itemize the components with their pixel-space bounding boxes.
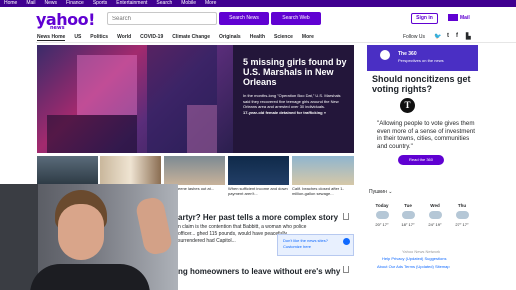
thumbnail-caption-5[interactable]: Calif. beaches closed after 1-million-ga…	[292, 186, 354, 196]
thumbnail-4[interactable]	[228, 156, 289, 185]
sign-in-button[interactable]: Sign in	[411, 13, 438, 24]
the360-question[interactable]: Should noncitizens get voting rights?	[372, 74, 477, 94]
footer-links-2[interactable]: About Our Ads Terms (Updated) Sitemap	[377, 264, 450, 269]
mail-icon	[448, 14, 458, 21]
mail-label: Mail	[460, 14, 470, 21]
the360-logo-icon	[380, 50, 390, 60]
section-health[interactable]: Health	[250, 34, 265, 41]
section-more[interactable]: More	[302, 34, 314, 41]
hero-image	[37, 45, 233, 153]
hero-desc-text: In the months-long "Operation Boo Dat," …	[243, 93, 341, 109]
close-icon[interactable]	[343, 238, 350, 245]
weather-day-label: Wed	[430, 203, 440, 208]
topnav-mail[interactable]: Mail	[26, 0, 35, 7]
section-covid[interactable]: COVID-19	[140, 34, 163, 41]
read-the-360-button[interactable]: Read the 360	[398, 155, 444, 165]
cloud-rain-icon	[375, 211, 389, 219]
twitter-icon[interactable]: 🐦	[434, 33, 441, 40]
yahoo-news-logo[interactable]: yahoo! news	[36, 10, 95, 31]
customize-tooltip[interactable]: Don't like the news sites? Customize her…	[277, 234, 354, 256]
section-climate[interactable]: Climate Change	[172, 34, 210, 41]
section-news-home[interactable]: News Home	[37, 34, 66, 41]
nyt-logo-icon: T	[400, 98, 415, 113]
topnav-more[interactable]: More	[205, 0, 216, 7]
facebook-icon[interactable]: f	[456, 33, 458, 39]
mail-link[interactable]: Mail	[448, 14, 470, 21]
tumblr-icon[interactable]: t	[447, 33, 449, 39]
section-world[interactable]: World	[117, 34, 131, 41]
section-science[interactable]: Science	[274, 34, 293, 41]
weather-temps: 27° 17°	[455, 222, 469, 227]
weather-location[interactable]: Пушкин ⌄	[369, 189, 392, 195]
thumbnail-5[interactable]	[292, 156, 354, 185]
cloud-rain-icon	[401, 211, 415, 219]
topnav-mobile[interactable]: Mobile	[181, 0, 196, 7]
section-us[interactable]: US	[74, 34, 81, 41]
footer-links-1[interactable]: Help Privacy (Updated) Suggestions	[382, 256, 446, 261]
topnav-search[interactable]: Search	[156, 0, 172, 7]
topnav-finance[interactable]: Finance	[66, 0, 84, 7]
weather-day-3: Wed 24° 19°	[423, 203, 447, 227]
cloud-rain-icon	[455, 211, 469, 219]
section-originals[interactable]: Originals	[219, 34, 241, 41]
top-nav-bar: Home Mail News Finance Sports Entertainm…	[0, 0, 516, 7]
flipboard-icon[interactable]: ▙	[466, 33, 471, 40]
weather-day-label: Today	[375, 203, 389, 208]
hero-description: In the months-long "Operation Boo Dat," …	[243, 93, 347, 115]
weather-day-2: Tue 18° 17°	[396, 203, 420, 227]
thumbnail-caption-4[interactable]: When sufficient income and down payment …	[228, 186, 289, 196]
article-title-2[interactable]: ng homeowners to leave without ere's why	[178, 267, 348, 277]
weather-day-label: Thu	[457, 203, 467, 208]
network-label: Yahoo News Network	[402, 249, 441, 254]
the360-title: The 360	[398, 51, 417, 57]
topnav-news[interactable]: News	[45, 0, 58, 7]
weather-temps: 18° 17°	[401, 222, 415, 227]
share-icon[interactable]	[343, 266, 349, 273]
weather-day-label: Tue	[404, 203, 412, 208]
nav-divider	[36, 42, 516, 43]
follow-us-label: Follow Us	[403, 34, 425, 40]
tooltip-line-2[interactable]: Customize here	[283, 244, 348, 250]
topnav-sports[interactable]: Sports	[93, 0, 107, 7]
the360-subtitle: Perspectives on the news	[398, 58, 444, 63]
article-title-1[interactable]: artyr? Her past tells a more complex sto…	[178, 213, 348, 222]
webcam-overlay	[0, 184, 178, 290]
share-icon[interactable]	[343, 213, 349, 220]
section-politics[interactable]: Politics	[90, 34, 108, 41]
thumbnail-3[interactable]	[164, 156, 225, 185]
cloud-rain-icon	[428, 211, 442, 219]
weather-temps: 20° 17°	[375, 222, 389, 227]
thumbnail-2[interactable]	[100, 156, 161, 185]
topnav-entertainment[interactable]: Entertainment	[116, 0, 147, 7]
weather-temps: 24° 19°	[428, 222, 442, 227]
the360-quote: "Allowing people to vote gives them even…	[377, 120, 476, 150]
hero-title[interactable]: 5 missing girls found by U.S. Marshals i…	[243, 57, 349, 87]
section-nav: News Home US Politics World COVID-19 Cli…	[37, 34, 314, 41]
topnav-home[interactable]: Home	[4, 0, 17, 7]
thumbnail-1[interactable]	[37, 156, 98, 185]
search-web-button[interactable]: Search Web	[271, 12, 321, 25]
search-input[interactable]	[107, 12, 217, 25]
logo-text: yahoo!	[36, 10, 95, 29]
weather-day-4: Thu 27° 17°	[450, 203, 474, 227]
weather-day-1: Today 20° 17°	[370, 203, 394, 227]
hero-related-link[interactable]: 17-year-old female detained for traffick…	[243, 110, 326, 115]
logo-subtext: news	[50, 25, 65, 31]
search-news-button[interactable]: Search News	[219, 12, 269, 25]
